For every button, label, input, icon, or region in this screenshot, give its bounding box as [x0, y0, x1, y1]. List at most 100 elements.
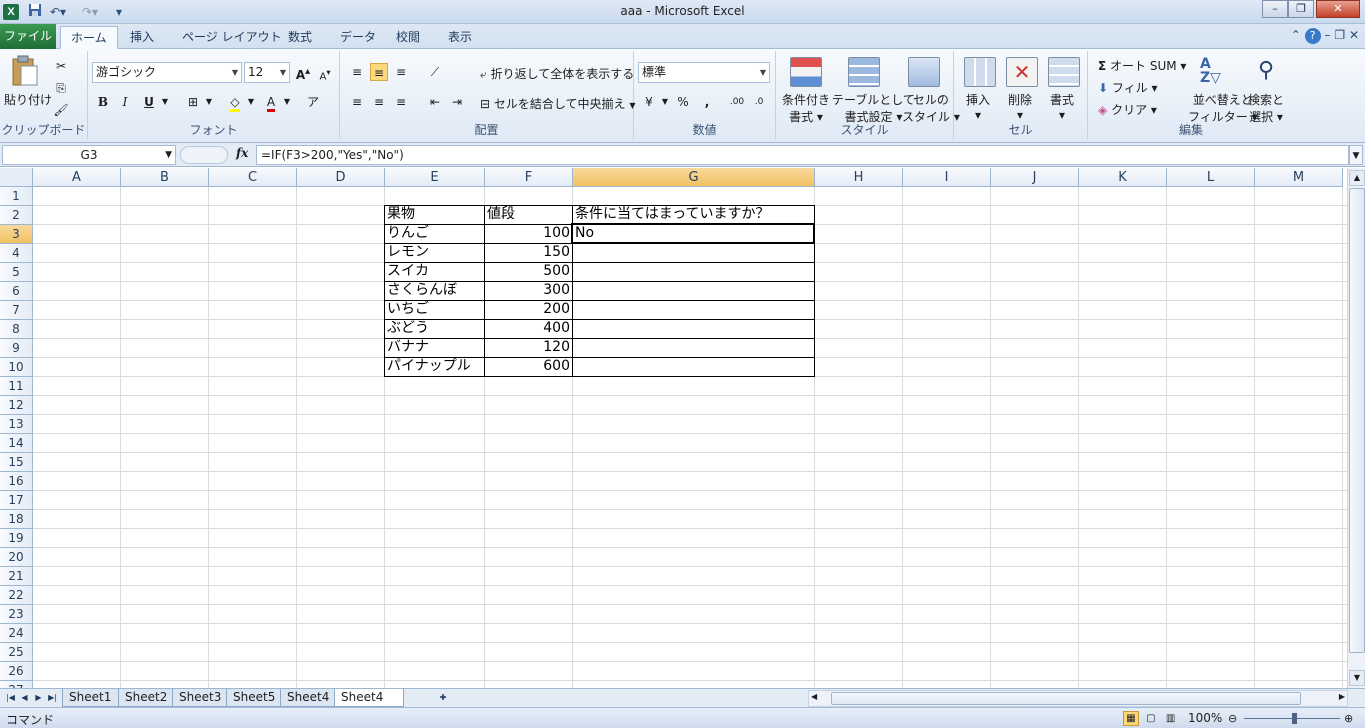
row-header-19[interactable]: 19 — [0, 529, 33, 548]
orientation-icon[interactable]: ⟋ — [426, 63, 444, 81]
find-select-button[interactable]: 検索と 選択 ▾ — [1248, 91, 1284, 125]
row-header-8[interactable]: 8 — [0, 320, 33, 339]
fruit-name-cell[interactable]: レモン — [385, 243, 484, 262]
number-format-select[interactable]: 標準 ▼ — [638, 62, 770, 83]
chevron-down-icon[interactable]: ▼ — [200, 93, 218, 111]
zoom-level[interactable]: 100% — [1188, 711, 1222, 725]
row-header-9[interactable]: 9 — [0, 339, 33, 358]
increase-decimal-icon[interactable]: .00 — [728, 93, 746, 111]
chevron-down-icon[interactable]: ▼ — [242, 93, 260, 111]
tab-view[interactable]: 表示 — [438, 26, 482, 49]
font-family-select[interactable]: 游ゴシック ▼ — [92, 62, 242, 83]
row-header-15[interactable]: 15 — [0, 453, 33, 472]
row-header-14[interactable]: 14 — [0, 434, 33, 453]
tab-insert[interactable]: 挿入 — [120, 26, 164, 49]
fruit-name-cell[interactable]: りんご — [385, 224, 484, 243]
horizontal-scrollbar[interactable]: ◀ ▶ — [808, 690, 1348, 707]
price-cell[interactable]: 150 — [485, 243, 572, 262]
format-cells-button[interactable]: 書式 ▾ — [1050, 91, 1074, 122]
comma-button[interactable]: , — [698, 93, 716, 111]
formula-input[interactable]: =IF(F3>200,"Yes","No") — [256, 145, 1349, 165]
row-header-24[interactable]: 24 — [0, 624, 33, 643]
fruit-name-cell[interactable]: さくらんぼ — [385, 281, 484, 300]
column-header-G[interactable]: G — [573, 168, 815, 187]
sheet-tab[interactable]: Sheet3 — [172, 689, 228, 707]
price-cell[interactable]: 500 — [485, 262, 572, 281]
decrease-decimal-icon[interactable]: .0 — [750, 93, 768, 111]
zoom-in-icon[interactable]: ⊕ — [1344, 712, 1353, 725]
row-header-22[interactable]: 22 — [0, 586, 33, 605]
font-size-select[interactable]: 12 ▼ — [244, 62, 290, 83]
format-painter-icon[interactable]: 🖌 — [52, 101, 70, 119]
grow-font-icon[interactable]: A▴ — [294, 63, 312, 82]
insert-cells-button[interactable]: 挿入 ▾ — [966, 91, 990, 122]
tab-data[interactable]: データ — [330, 26, 386, 49]
tab-formulas[interactable]: 数式 — [278, 26, 322, 49]
row-header-11[interactable]: 11 — [0, 377, 33, 396]
cut-icon[interactable]: ✂ — [52, 57, 70, 75]
bold-button[interactable]: B — [94, 93, 112, 111]
price-cell[interactable]: 400 — [485, 319, 572, 338]
row-header-6[interactable]: 6 — [0, 282, 33, 301]
align-top-icon[interactable]: ≡ — [348, 63, 366, 81]
column-header-M[interactable]: M — [1255, 168, 1343, 187]
column-header-K[interactable]: K — [1079, 168, 1167, 187]
row-header-20[interactable]: 20 — [0, 548, 33, 567]
fill-button[interactable]: ⬇ フィル ▾ — [1098, 79, 1158, 96]
row-header-10[interactable]: 10 — [0, 358, 33, 377]
workbook-close-icon[interactable]: ✕ — [1349, 28, 1359, 42]
delete-cells-button[interactable]: 削除 ▾ — [1008, 91, 1032, 122]
scroll-right-icon[interactable]: ▶ — [1339, 692, 1345, 701]
row-header-26[interactable]: 26 — [0, 662, 33, 681]
table-header-cell[interactable]: 値段 — [485, 205, 572, 224]
row-header-3[interactable]: 3 — [0, 225, 33, 244]
align-bottom-icon[interactable]: ≡ — [392, 63, 410, 81]
format-as-table-icon[interactable] — [848, 57, 880, 87]
column-header-L[interactable]: L — [1167, 168, 1255, 187]
increase-indent-icon[interactable]: ⇥ — [448, 93, 466, 111]
minimize-ribbon-icon[interactable]: ⌃ — [1291, 28, 1301, 42]
fruit-name-cell[interactable]: いちご — [385, 300, 484, 319]
clear-button[interactable]: ◈ クリア ▾ — [1098, 101, 1157, 118]
fruit-name-cell[interactable]: スイカ — [385, 262, 484, 281]
fruit-name-cell[interactable]: パイナップル — [385, 357, 484, 376]
insert-function-button[interactable]: fx — [236, 146, 248, 160]
cell-styles-button[interactable]: セルの スタイル ▾ — [902, 91, 960, 125]
format-cells-icon[interactable] — [1048, 57, 1080, 87]
table-header-cell[interactable]: 果物 — [385, 205, 484, 224]
chevron-down-icon[interactable]: ▼ — [278, 93, 296, 111]
column-header-D[interactable]: D — [297, 168, 385, 187]
cell-styles-icon[interactable] — [908, 57, 940, 87]
tab-review[interactable]: 校閲 — [386, 26, 430, 49]
row-header-16[interactable]: 16 — [0, 472, 33, 491]
paste-button[interactable]: 貼り付け — [4, 91, 52, 108]
column-header-C[interactable]: C — [209, 168, 297, 187]
column-header-J[interactable]: J — [991, 168, 1079, 187]
shrink-font-icon[interactable]: A▾ — [316, 63, 334, 82]
row-header-1[interactable]: 1 — [0, 187, 33, 206]
tab-page-layout[interactable]: ページ レイアウト — [172, 26, 292, 49]
column-header-I[interactable]: I — [903, 168, 991, 187]
name-box[interactable]: G3 ▼ — [2, 145, 176, 165]
row-header-7[interactable]: 7 — [0, 301, 33, 320]
row-header-13[interactable]: 13 — [0, 415, 33, 434]
vertical-scrollbar[interactable]: ▲ ▼ — [1347, 168, 1365, 688]
table-header-cell[interactable]: 条件に当てはまっていますか？ — [573, 205, 814, 224]
column-header-H[interactable]: H — [815, 168, 903, 187]
sheet-tab[interactable]: Sheet4 — [280, 689, 336, 707]
select-all-corner[interactable] — [0, 168, 33, 187]
percent-button[interactable]: % — [674, 93, 692, 111]
column-header-B[interactable]: B — [121, 168, 209, 187]
tab-file[interactable]: ファイル — [0, 24, 56, 49]
price-cell[interactable]: 200 — [485, 300, 572, 319]
first-sheet-icon[interactable]: |◀ — [4, 691, 17, 705]
page-break-view-icon[interactable]: ▥ — [1163, 712, 1179, 727]
worksheet-grid[interactable]: ABCDEFGHIJKLM 1 2 3 4 5 6 7 8 9 10 11 12 13 14 15 16 17 1… — [0, 168, 1347, 688]
last-sheet-icon[interactable]: ▶| — [46, 691, 59, 705]
maximize-button[interactable]: ❐ — [1288, 0, 1314, 18]
merge-center-button[interactable]: ⊟ セルを結合して中央揃え ▼ — [480, 95, 636, 112]
conditional-formatting-button[interactable]: 条件付き 書式 ▾ — [782, 91, 830, 125]
normal-view-icon[interactable]: ▦ — [1123, 711, 1139, 726]
expand-formula-bar-icon[interactable]: ▼ — [1349, 145, 1363, 165]
chevron-down-icon[interactable]: ▼ — [656, 93, 674, 111]
